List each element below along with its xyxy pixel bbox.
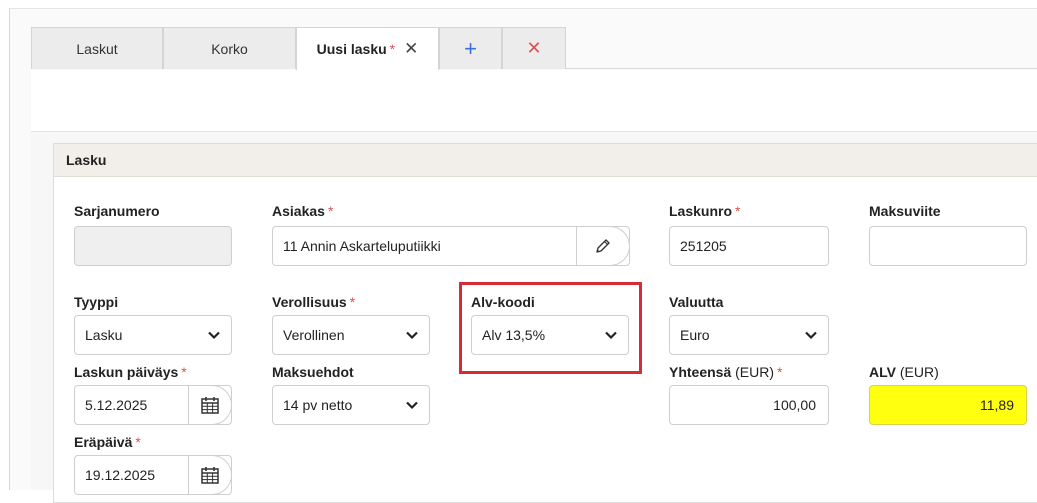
chevron-down-icon bbox=[406, 331, 418, 340]
chevron-down-icon bbox=[406, 401, 418, 410]
laskun-paivays-label: Laskun päiväys * bbox=[74, 364, 187, 380]
calendar-icon bbox=[201, 467, 219, 484]
asiakas-label: Asiakas * bbox=[272, 203, 334, 219]
verollisuus-label: Verollisuus * bbox=[272, 294, 356, 310]
verollisuus-select[interactable]: Verollinen bbox=[272, 315, 430, 355]
tab-laskut[interactable]: Laskut bbox=[31, 27, 163, 69]
add-tab-button[interactable]: + bbox=[439, 27, 502, 69]
asiakas-value: 11 Annin Askarteluputiikki bbox=[283, 238, 441, 254]
panel-header: Lasku bbox=[54, 144, 1037, 177]
tab-bar: Laskut Korko Uusi lasku * ✕ + ✕ bbox=[31, 27, 1037, 70]
close-all-tabs-button[interactable]: ✕ bbox=[502, 27, 566, 69]
laskun-paivays-field[interactable]: 5.12.2025 bbox=[74, 385, 232, 425]
alv-eur-label: ALV (EUR) bbox=[869, 364, 939, 380]
maksuehdot-select[interactable]: 14 pv netto bbox=[272, 385, 430, 425]
pencil-icon bbox=[596, 239, 610, 253]
calendar-icon bbox=[201, 397, 219, 414]
tab-korko[interactable]: Korko bbox=[163, 27, 296, 69]
tab-label: Laskut bbox=[76, 40, 118, 57]
close-icon: ✕ bbox=[526, 38, 542, 58]
sarjanumero-field bbox=[74, 226, 232, 266]
close-tab-icon[interactable]: ✕ bbox=[404, 39, 418, 59]
erapaiva-label: Eräpäivä * bbox=[74, 434, 141, 450]
maksuviite-label: Maksuviite bbox=[869, 203, 941, 219]
yhteensa-label: Yhteensä (EUR) * bbox=[669, 364, 783, 380]
yhteensa-field[interactable]: 100,00 bbox=[669, 385, 829, 425]
chevron-down-icon bbox=[208, 331, 220, 340]
date-picker-button[interactable] bbox=[188, 385, 232, 425]
unsaved-marker: * bbox=[389, 41, 396, 57]
date-picker-button[interactable] bbox=[188, 455, 232, 495]
annotation-highlight-box bbox=[459, 282, 642, 374]
tyyppi-label: Tyyppi bbox=[74, 294, 119, 310]
chevron-down-icon bbox=[805, 331, 817, 340]
tyyppi-select[interactable]: Lasku bbox=[74, 315, 232, 355]
tab-uusi-lasku[interactable]: Uusi lasku * ✕ bbox=[296, 27, 439, 70]
alv-eur-field[interactable]: 11,89 bbox=[869, 385, 1027, 425]
sarjanumero-label: Sarjanumero bbox=[74, 203, 160, 219]
maksuehdot-label: Maksuehdot bbox=[272, 364, 354, 380]
laskunro-label: Laskunro * bbox=[669, 203, 741, 219]
toolbar-area bbox=[31, 70, 1037, 132]
tab-label: Korko bbox=[211, 40, 248, 57]
asiakas-field[interactable]: 11 Annin Askarteluputiikki bbox=[272, 226, 630, 266]
plus-icon: + bbox=[464, 35, 477, 61]
panel-title: Lasku bbox=[66, 152, 107, 168]
valuutta-label: Valuutta bbox=[669, 294, 724, 310]
laskunro-field[interactable]: 251205 bbox=[669, 226, 829, 266]
edit-customer-button[interactable] bbox=[576, 226, 630, 266]
tab-label: Uusi lasku bbox=[316, 41, 387, 57]
erapaiva-field[interactable]: 19.12.2025 bbox=[74, 455, 232, 495]
maksuviite-field[interactable] bbox=[869, 226, 1027, 266]
valuutta-select[interactable]: Euro bbox=[669, 315, 829, 355]
